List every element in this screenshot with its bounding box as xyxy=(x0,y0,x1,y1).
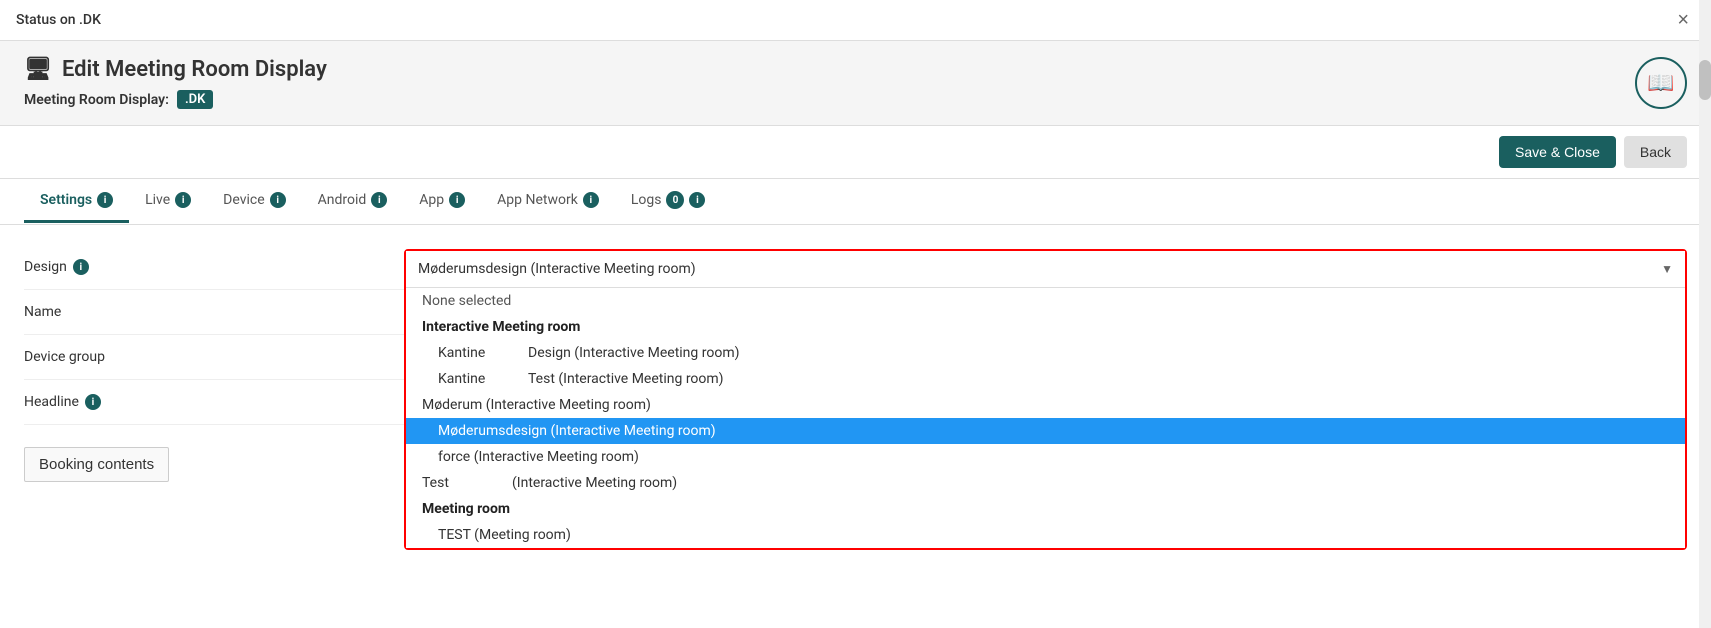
tab-android[interactable]: Androidi xyxy=(302,180,404,223)
design-select-trigger[interactable]: Møderumsdesign (Interactive Meeting room… xyxy=(406,251,1685,288)
tab-info-logs[interactable]: i xyxy=(689,192,705,208)
design-area: Møderumsdesign (Interactive Meeting room… xyxy=(404,249,1687,550)
tab-app[interactable]: Appi xyxy=(403,180,481,223)
dropdown-item-none[interactable]: None selected xyxy=(406,288,1685,314)
tab-label-logs: Logs xyxy=(631,192,662,208)
tab-settings[interactable]: Settings i xyxy=(24,180,129,223)
dropdown-item-kantine-test[interactable]: KantineTest (Interactive Meeting room) xyxy=(406,366,1685,392)
top-bar-title: Status on .DK xyxy=(16,12,101,28)
main-content: Design i Name Device group Headline i Bo… xyxy=(0,225,1711,550)
tab-device[interactable]: Devicei xyxy=(207,180,301,223)
dropdown-item-grp1[interactable]: Interactive Meeting room xyxy=(406,314,1685,340)
tab-live[interactable]: Livei xyxy=(129,180,207,223)
design-dropdown-list: None selectedInteractive Meeting roomKan… xyxy=(406,288,1685,548)
dropdown-item-test-meeting[interactable]: TEST (Meeting room) xyxy=(406,522,1685,548)
tab-appnetwork[interactable]: App Network i xyxy=(481,180,615,223)
toolbar: Save & Close Back xyxy=(0,126,1711,179)
dropdown-item-force[interactable]: force (Interactive Meeting room) xyxy=(406,444,1685,470)
close-button[interactable]: × xyxy=(1671,8,1695,32)
tab-logs[interactable]: Logs0i xyxy=(615,179,722,224)
tab-badge-logs: 0 xyxy=(666,191,684,209)
logo-icon: 📖 xyxy=(1635,57,1687,109)
dropdown-item-test[interactable]: Test(Interactive Meeting room) xyxy=(406,470,1685,496)
scrollbar-track xyxy=(1699,0,1711,628)
dropdown-item-grp2[interactable]: Meeting room xyxy=(406,496,1685,522)
dropdown-item-moderum[interactable]: Møderum (Interactive Meeting room) xyxy=(406,392,1685,418)
tab-info-settings[interactable]: i xyxy=(97,192,113,208)
header-left: 🖥 Edit Meeting Room Display Meeting Room… xyxy=(24,57,327,109)
design-select-wrapper: Møderumsdesign (Interactive Meeting room… xyxy=(404,249,1687,550)
field-name: Name xyxy=(24,290,404,335)
tab-label-settings: Settings xyxy=(40,192,92,208)
dropdown-item-moderumsdesign[interactable]: Møderumsdesign (Interactive Meeting room… xyxy=(406,418,1685,444)
back-button[interactable]: Back xyxy=(1624,136,1687,168)
tab-info-android[interactable]: i xyxy=(371,192,387,208)
tab-label-device: Device xyxy=(223,192,264,208)
dropdown-item-kantine-design[interactable]: KantineDesign (Interactive Meeting room) xyxy=(406,340,1685,366)
top-bar: Status on .DK × xyxy=(0,0,1711,41)
header-section: 🖥 Edit Meeting Room Display Meeting Room… xyxy=(0,41,1711,126)
monitor-icon: 🖥 xyxy=(24,57,52,82)
field-design: Design i xyxy=(24,249,404,290)
scrollbar-thumb[interactable] xyxy=(1699,60,1711,100)
headline-info-icon[interactable]: i xyxy=(85,394,101,410)
tab-info-live[interactable]: i xyxy=(175,192,191,208)
header-subtitle: Meeting Room Display: .DK xyxy=(24,90,327,109)
tab-info-device[interactable]: i xyxy=(270,192,286,208)
booking-contents-button[interactable]: Booking contents xyxy=(24,447,169,482)
save-close-button[interactable]: Save & Close xyxy=(1499,136,1616,168)
tab-label-appnetwork: App Network xyxy=(497,192,578,208)
chevron-down-icon: ▼ xyxy=(1661,262,1673,276)
design-info-icon[interactable]: i xyxy=(73,259,89,275)
field-labels: Design i Name Device group Headline i Bo… xyxy=(24,249,404,550)
tabs-bar: SettingsiLiveiDeviceiAndroidiAppiApp Net… xyxy=(0,179,1711,225)
field-headline: Headline i xyxy=(24,380,404,425)
tab-info-appnetwork[interactable]: i xyxy=(583,192,599,208)
tab-label-live: Live xyxy=(145,192,170,208)
header-right: 📖 xyxy=(1635,57,1687,109)
dk-badge: .DK xyxy=(177,90,213,109)
field-device-group: Device group xyxy=(24,335,404,380)
tab-label-android: Android xyxy=(318,192,367,208)
tab-info-app[interactable]: i xyxy=(449,192,465,208)
design-selected-value: Møderumsdesign (Interactive Meeting room… xyxy=(418,261,696,277)
header-title: 🖥 Edit Meeting Room Display xyxy=(24,57,327,82)
tab-label-app: App xyxy=(419,192,444,208)
field-booking: Booking contents xyxy=(24,425,404,496)
